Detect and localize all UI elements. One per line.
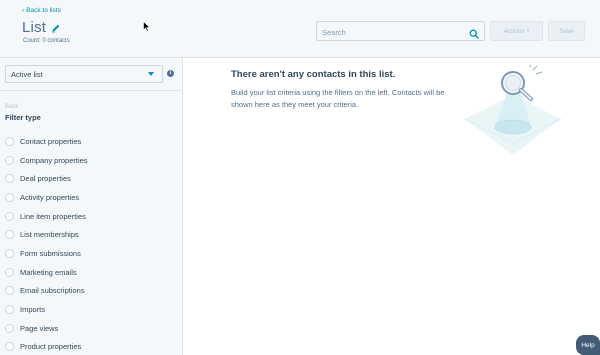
filter-label: Form submissions — [20, 248, 81, 258]
chevron-left-icon: ‹ — [22, 7, 25, 14]
back-to-lists-label: Back to lists — [26, 7, 61, 14]
empty-state-description: Build your list criteria using the filte… — [231, 88, 445, 109]
radio-button[interactable] — [5, 305, 14, 315]
caret-down-icon: ▾ — [526, 28, 530, 34]
radio-button[interactable] — [5, 155, 14, 165]
filter-label: Activity properties — [20, 192, 80, 202]
filter-item-contact-properties[interactable]: Contact properties — [5, 132, 88, 151]
filter-item-marketing-emails[interactable]: Marketing emails — [5, 263, 88, 282]
filter-item-product-properties[interactable]: Product properties — [5, 338, 88, 355]
filter-sidebar: Active list i Back Filter type Contact p… — [0, 58, 183, 355]
contact-count: Count: 0 contacts — [23, 38, 70, 44]
radio-button[interactable] — [5, 136, 14, 146]
list-type-select[interactable]: Active list — [5, 65, 163, 83]
radio-button[interactable] — [5, 174, 14, 184]
filter-label: List memberships — [20, 230, 79, 240]
radio-button[interactable] — [5, 211, 14, 221]
filter-label: Deal properties — [20, 174, 71, 184]
filter-item-imports[interactable]: Imports — [5, 300, 88, 319]
title-row: List — [22, 19, 61, 36]
help-button[interactable]: Help — [576, 335, 600, 355]
list-type-value: Active list — [11, 69, 43, 79]
search-icon[interactable] — [469, 26, 479, 39]
filter-label: Marketing emails — [20, 267, 77, 277]
mouse-cursor-icon — [143, 21, 151, 32]
empty-state-title: There aren't any contacts in this list. — [231, 69, 396, 80]
search-box[interactable] — [316, 21, 485, 42]
filter-item-deal-properties[interactable]: Deal properties — [5, 169, 88, 188]
back-button[interactable]: Back — [5, 104, 18, 110]
radio-button[interactable] — [5, 286, 14, 296]
filter-item-page-views[interactable]: Page views — [5, 319, 88, 338]
radio-button[interactable] — [5, 267, 14, 277]
search-input[interactable] — [317, 23, 457, 42]
filter-label: Imports — [20, 305, 46, 315]
radio-button[interactable] — [5, 230, 14, 240]
filter-type-list: Contact properties Company properties De… — [5, 132, 88, 355]
filter-item-list-memberships[interactable]: List memberships — [5, 225, 88, 244]
filter-item-form-submissions[interactable]: Form submissions — [5, 244, 88, 263]
filter-item-line-item-properties[interactable]: Line item properties — [5, 207, 88, 226]
filter-label: Page views — [20, 323, 59, 333]
help-label: Help — [581, 341, 595, 349]
radio-button[interactable] — [5, 248, 14, 258]
filter-label: Company properties — [20, 155, 88, 165]
filter-label: Contact properties — [20, 136, 82, 146]
radio-button[interactable] — [5, 192, 14, 202]
page-header: ‹ Back to lists List Count: 0 contacts A… — [0, 0, 600, 58]
radio-button[interactable] — [5, 342, 14, 352]
filter-item-email-subscriptions[interactable]: Email subscriptions — [5, 282, 88, 301]
filter-type-heading: Filter type — [5, 113, 41, 122]
actions-label: Actions — [503, 27, 525, 35]
filter-label: Email subscriptions — [20, 286, 85, 296]
actions-button[interactable]: Actions ▾ — [490, 21, 543, 41]
radio-button[interactable] — [5, 323, 14, 333]
save-label: Save — [559, 27, 574, 35]
save-button[interactable]: Save — [548, 21, 585, 41]
page-title: List — [22, 19, 47, 36]
pencil-icon[interactable] — [51, 23, 61, 33]
filter-label: Product properties — [20, 342, 82, 352]
filter-item-company-properties[interactable]: Company properties — [5, 151, 88, 170]
filter-item-activity-properties[interactable]: Activity properties — [5, 188, 88, 207]
caret-down-icon — [148, 72, 154, 76]
filter-label: Line item properties — [20, 211, 86, 221]
divider — [0, 90, 182, 91]
back-to-lists-link[interactable]: ‹ Back to lists — [22, 7, 61, 14]
info-icon[interactable]: i — [167, 70, 174, 77]
magnifying-glass-illustration-icon — [464, 65, 562, 155]
